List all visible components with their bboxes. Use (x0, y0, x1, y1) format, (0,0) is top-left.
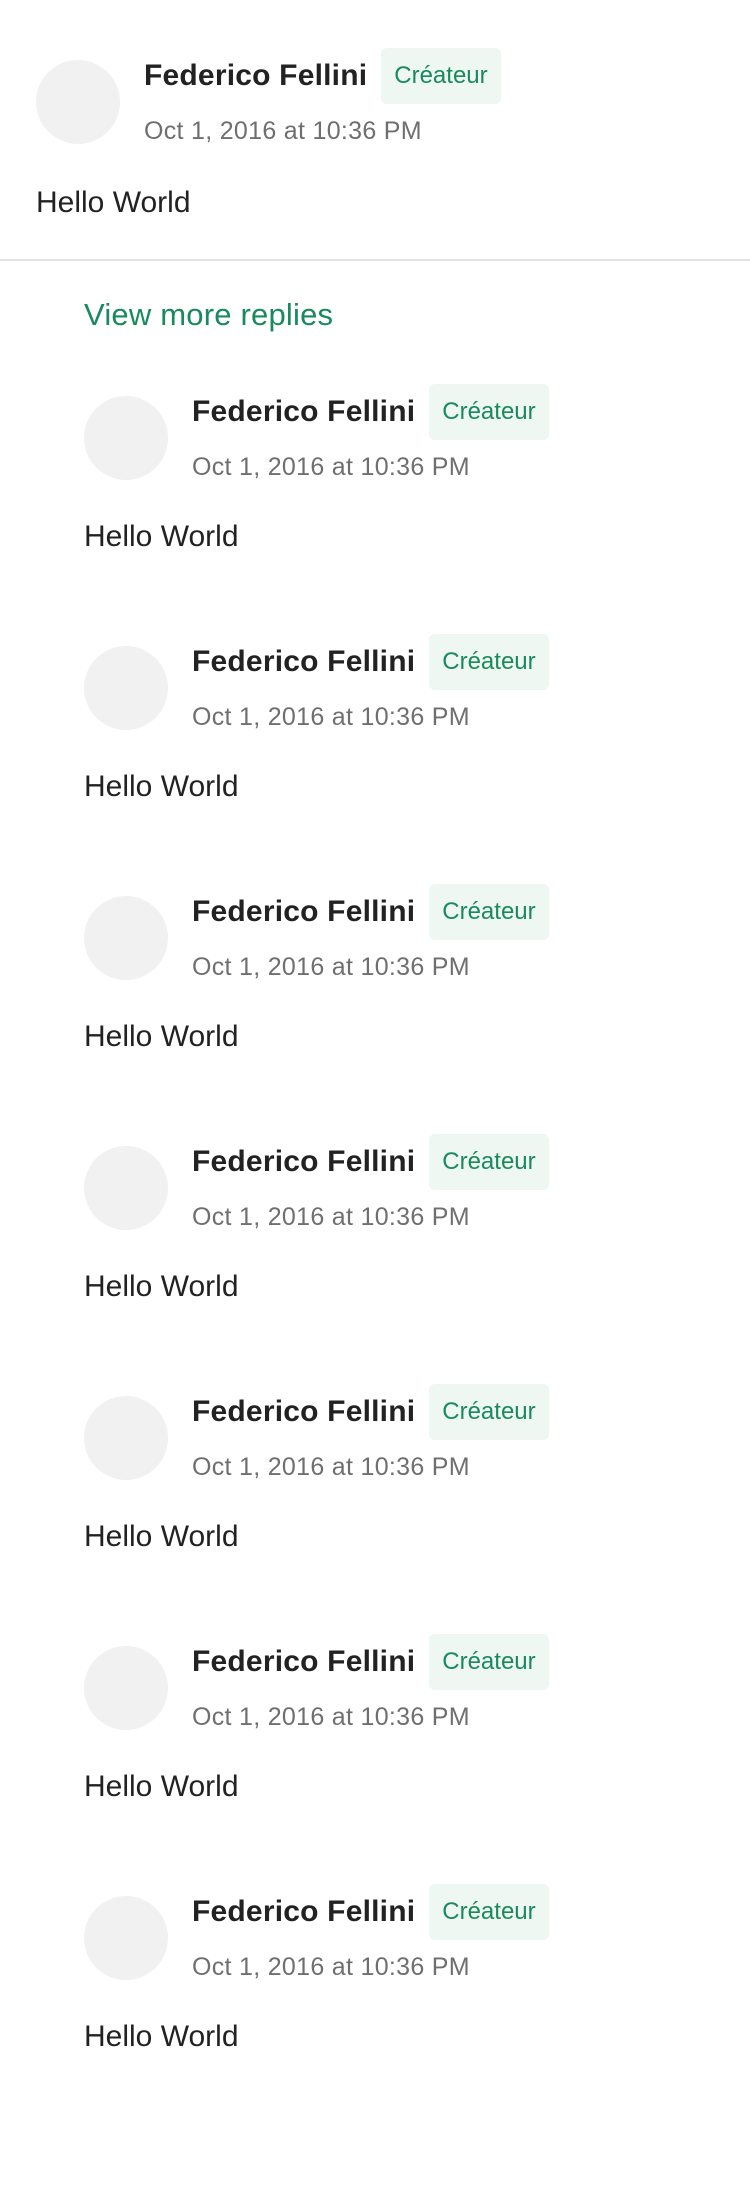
author-row: Federico Fellini Créateur (192, 1884, 549, 1940)
divider (0, 259, 750, 261)
creator-badge: Créateur (429, 1134, 549, 1190)
author-name[interactable]: Federico Fellini (192, 894, 415, 930)
reply-header: Federico Fellini Créateur Oct 1, 2016 at… (84, 634, 724, 732)
author-name[interactable]: Federico Fellini (192, 1894, 415, 1930)
creator-badge: Créateur (429, 1384, 549, 1440)
avatar[interactable] (84, 646, 168, 730)
author-row: Federico Fellini Créateur (192, 884, 549, 940)
author-name[interactable]: Federico Fellini (192, 1144, 415, 1180)
avatar[interactable] (84, 1646, 168, 1730)
reply-header: Federico Fellini Créateur Oct 1, 2016 at… (84, 1634, 724, 1732)
comment-timestamp: Oct 1, 2016 at 10:36 PM (144, 117, 422, 145)
author-row: Federico Fellini Créateur (192, 634, 549, 690)
creator-badge: Créateur (429, 384, 549, 440)
reply-text: Hello World (84, 770, 239, 803)
reply-timestamp: Oct 1, 2016 at 10:36 PM (192, 1953, 470, 1981)
reply-text: Hello World (84, 1020, 239, 1053)
reply-meta: Federico Fellini Créateur Oct 1, 2016 at… (192, 1384, 549, 1482)
view-more-replies-link[interactable]: View more replies (84, 296, 333, 334)
creator-badge: Créateur (429, 884, 549, 940)
comment-meta: Federico Fellini Créateur Oct 1, 2016 at… (144, 48, 501, 146)
reply-meta: Federico Fellini Créateur Oct 1, 2016 at… (192, 884, 549, 982)
comment-header: Federico Fellini Créateur Oct 1, 2016 at… (36, 48, 716, 146)
avatar[interactable] (84, 1896, 168, 1980)
creator-badge: Créateur (429, 1634, 549, 1690)
comment-text: Hello World (36, 186, 191, 219)
reply-text: Hello World (84, 1770, 239, 1803)
reply-item: Federico Fellini Créateur Oct 1, 2016 at… (84, 1634, 724, 1884)
avatar[interactable] (84, 396, 168, 480)
author-name[interactable]: Federico Fellini (192, 1644, 415, 1680)
reply-text: Hello World (84, 2020, 239, 2053)
author-name[interactable]: Federico Fellini (144, 58, 367, 94)
reply-timestamp: Oct 1, 2016 at 10:36 PM (192, 1453, 470, 1481)
avatar[interactable] (84, 896, 168, 980)
author-row: Federico Fellini Créateur (144, 48, 501, 104)
author-name[interactable]: Federico Fellini (192, 394, 415, 430)
reply-meta: Federico Fellini Créateur Oct 1, 2016 at… (192, 1884, 549, 1982)
reply-header: Federico Fellini Créateur Oct 1, 2016 at… (84, 884, 724, 982)
reply-timestamp: Oct 1, 2016 at 10:36 PM (192, 953, 470, 981)
reply-timestamp: Oct 1, 2016 at 10:36 PM (192, 1203, 470, 1231)
reply-item: Federico Fellini Créateur Oct 1, 2016 at… (84, 1384, 724, 1634)
author-row: Federico Fellini Créateur (192, 1384, 549, 1440)
creator-badge: Créateur (429, 1884, 549, 1940)
author-name[interactable]: Federico Fellini (192, 1394, 415, 1430)
reply-header: Federico Fellini Créateur Oct 1, 2016 at… (84, 1134, 724, 1232)
author-row: Federico Fellini Créateur (192, 1134, 549, 1190)
reply-meta: Federico Fellini Créateur Oct 1, 2016 at… (192, 1634, 549, 1732)
reply-meta: Federico Fellini Créateur Oct 1, 2016 at… (192, 384, 549, 482)
reply-timestamp: Oct 1, 2016 at 10:36 PM (192, 1703, 470, 1731)
reply-list: Federico Fellini Créateur Oct 1, 2016 at… (84, 384, 724, 2134)
reply-item: Federico Fellini Créateur Oct 1, 2016 at… (84, 884, 724, 1134)
author-name[interactable]: Federico Fellini (192, 644, 415, 680)
root-comment: Federico Fellini Créateur Oct 1, 2016 at… (36, 48, 716, 221)
reply-timestamp: Oct 1, 2016 at 10:36 PM (192, 453, 470, 481)
avatar[interactable] (84, 1146, 168, 1230)
reply-item: Federico Fellini Créateur Oct 1, 2016 at… (84, 1884, 724, 2134)
reply-header: Federico Fellini Créateur Oct 1, 2016 at… (84, 1884, 724, 1982)
creator-badge: Créateur (381, 48, 501, 104)
reply-text: Hello World (84, 1520, 239, 1553)
author-row: Federico Fellini Créateur (192, 384, 549, 440)
reply-header: Federico Fellini Créateur Oct 1, 2016 at… (84, 1384, 724, 1482)
reply-header: Federico Fellini Créateur Oct 1, 2016 at… (84, 384, 724, 482)
reply-meta: Federico Fellini Créateur Oct 1, 2016 at… (192, 634, 549, 732)
avatar[interactable] (84, 1396, 168, 1480)
reply-meta: Federico Fellini Créateur Oct 1, 2016 at… (192, 1134, 549, 1232)
reply-item: Federico Fellini Créateur Oct 1, 2016 at… (84, 634, 724, 884)
reply-item: Federico Fellini Créateur Oct 1, 2016 at… (84, 384, 724, 634)
avatar[interactable] (36, 60, 120, 144)
creator-badge: Créateur (429, 634, 549, 690)
reply-text: Hello World (84, 1270, 239, 1303)
reply-item: Federico Fellini Créateur Oct 1, 2016 at… (84, 1134, 724, 1384)
author-row: Federico Fellini Créateur (192, 1634, 549, 1690)
reply-timestamp: Oct 1, 2016 at 10:36 PM (192, 703, 470, 731)
reply-text: Hello World (84, 520, 239, 553)
